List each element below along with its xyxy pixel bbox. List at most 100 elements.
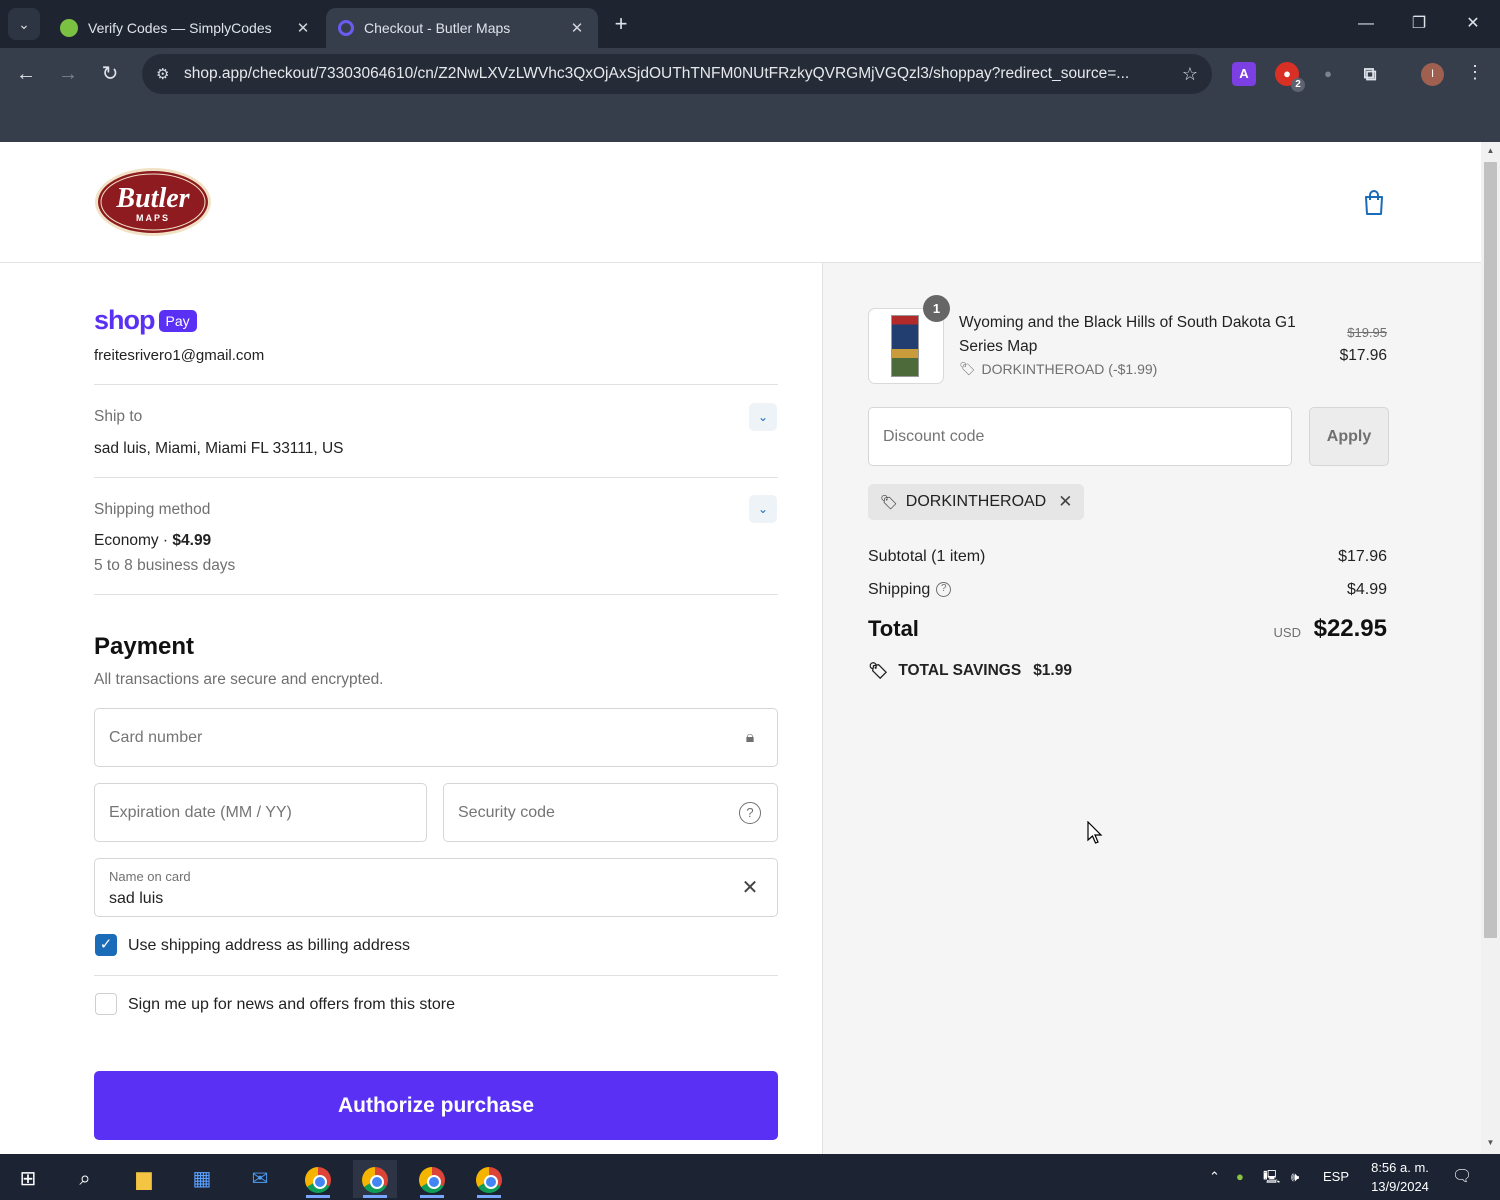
product-discount-text: DORKINTHEROAD (-$1.99) (981, 361, 1158, 377)
newsletter-checkbox[interactable] (95, 993, 117, 1015)
chrome-profile-n-icon[interactable] (410, 1160, 454, 1198)
shipping-method-time: 5 to 8 business days (94, 557, 236, 574)
chrome-icon[interactable] (296, 1160, 340, 1198)
address-bar[interactable]: ⚙ shop.app/checkout/73303064610/cn/Z2NwL… (142, 54, 1212, 94)
security-code-input[interactable] (458, 784, 718, 841)
volume-icon[interactable]: 🕪︎ (1291, 1154, 1299, 1200)
browser-menu-icon[interactable]: ⋮ (1466, 62, 1484, 83)
billing-address-label[interactable]: Use shipping address as billing address (128, 937, 410, 955)
help-circle-icon[interactable]: ? (739, 802, 761, 824)
network-icon[interactable]: 🖳︎ (1263, 1154, 1280, 1200)
divider (94, 477, 778, 478)
divider (94, 384, 778, 385)
name-on-card-field[interactable]: Name on card sad luis ✕ (94, 858, 778, 917)
name-on-card-label: Name on card (109, 869, 191, 884)
scrollbar-thumb[interactable] (1484, 162, 1497, 938)
site-info-icon[interactable]: ⚙ (156, 65, 184, 83)
logo-subtext: MAPS (136, 213, 170, 223)
reload-button[interactable]: ↻ (96, 60, 124, 88)
checkout-form: shop Pay freitesrivero1@gmail.com Ship t… (0, 263, 822, 1154)
shipping-value: $4.99 (1346, 581, 1387, 598)
shipping-method-value: Economy · $4.99 (94, 532, 211, 550)
billing-address-checkbox[interactable]: ✓ (95, 934, 117, 956)
discount-code-field[interactable] (868, 407, 1292, 466)
windows-start-icon[interactable]: ⊞ (6, 1160, 50, 1198)
close-tab-icon[interactable]: ✕ (568, 19, 586, 37)
url-text[interactable]: shop.app/checkout/73303064610/cn/Z2NwLXV… (184, 65, 1172, 83)
card-number-field[interactable]: 🔒︎ (94, 708, 778, 767)
applied-discount-code: DORKINTHEROAD (905, 493, 1047, 510)
tab-title: Checkout - Butler Maps (364, 20, 511, 36)
system-clock[interactable]: 8:56 a. m. 13/9/2024 (1356, 1158, 1444, 1196)
bookmark-star-icon[interactable]: ☆ (1172, 64, 1198, 85)
notifications-icon[interactable]: 🗨︎ (1452, 1154, 1472, 1200)
remove-discount-icon[interactable]: ✕ (1058, 492, 1072, 512)
subtotal-label: Subtotal (1 item) (868, 548, 986, 565)
clear-field-icon[interactable]: ✕ (739, 877, 761, 899)
new-tab-button[interactable]: + (608, 12, 634, 38)
name-on-card-value[interactable]: sad luis (109, 890, 163, 908)
scroll-down-arrow[interactable]: ▼ (1485, 1138, 1496, 1147)
shipping-label: Shipping (868, 581, 931, 598)
total-label: Total (868, 616, 919, 641)
expiration-date-field[interactable] (94, 783, 427, 842)
tag-icon: 🏷︎ (868, 663, 889, 680)
discount-code-input[interactable] (883, 408, 1273, 465)
payment-heading: Payment (94, 633, 195, 660)
close-tab-icon[interactable]: ✕ (294, 19, 312, 37)
forward-button[interactable]: → (54, 60, 82, 88)
scroll-up-arrow[interactable]: ▲ (1485, 146, 1496, 155)
extension-a-icon[interactable]: A (1232, 62, 1256, 86)
clock-date: 13/9/2024 (1371, 1179, 1429, 1194)
lock-icon: 🔒︎ (745, 729, 755, 746)
back-button[interactable]: ← (12, 60, 40, 88)
shopping-bag-icon[interactable] (1362, 188, 1386, 216)
shop-pay-logo: shop Pay (94, 305, 197, 336)
extensions-puzzle-icon[interactable]: ⧉ (1358, 62, 1382, 86)
account-email: freitesrivero1@gmail.com (94, 347, 265, 364)
ship-to-expand-button[interactable]: ⌄ (749, 403, 777, 431)
page-scrollbar[interactable]: ▲ ▼ (1481, 142, 1500, 1154)
tab-butler-maps[interactable]: Checkout - Butler Maps ✕ (326, 8, 598, 48)
chrome-profile-j-icon[interactable] (467, 1160, 511, 1198)
expiration-date-input[interactable] (109, 784, 409, 841)
profile-avatar[interactable]: I (1421, 63, 1444, 86)
authorize-purchase-button[interactable]: Authorize purchase (94, 1071, 778, 1140)
restore-button[interactable]: ❐ (1399, 10, 1439, 38)
apply-discount-button[interactable]: Apply (1309, 407, 1389, 466)
tab-simplycodes[interactable]: Verify Codes — SimplyCodes ✕ (48, 8, 324, 48)
product-discount: 🏷︎ DORKINTHEROAD (-$1.99) (959, 361, 1157, 377)
tray-app-icon[interactable]: ● (1236, 1154, 1244, 1200)
butler-icon (338, 20, 354, 36)
butler-maps-logo[interactable]: Butler MAPS (94, 167, 212, 237)
microsoft-store-icon[interactable]: ▦ (180, 1160, 224, 1198)
extension-gray-icon[interactable]: ● (1316, 62, 1340, 86)
close-window-button[interactable]: ✕ (1453, 10, 1493, 38)
tab-search-button[interactable]: ⌄ (8, 8, 40, 40)
discounted-price: $17.96 (1339, 347, 1387, 364)
newsletter-label[interactable]: Sign me up for news and offers from this… (128, 996, 455, 1014)
search-icon[interactable]: ⌕ (63, 1160, 107, 1198)
extension-badge: 2 (1291, 78, 1305, 92)
product-name: Wyoming and the Black Hills of South Dak… (959, 314, 1296, 355)
applied-discount-chip: 🏷︎ DORKINTHEROAD ✕ (868, 484, 1085, 520)
logo-text: Butler (115, 183, 190, 214)
mail-icon[interactable]: ✉ (238, 1160, 282, 1198)
shipping-method-expand-button[interactable]: ⌄ (749, 495, 777, 523)
security-code-field[interactable]: ? (443, 783, 778, 842)
extension-red-icon[interactable]: ● 2 (1275, 62, 1305, 92)
language-indicator[interactable]: ESP (1323, 1154, 1349, 1200)
shipping-row: Shipping? (868, 581, 952, 599)
total-value: $22.95 (1313, 615, 1387, 642)
card-number-input[interactable] (109, 709, 709, 766)
quantity-badge: 1 (923, 295, 950, 322)
shipping-method-label: Shipping method (94, 501, 211, 518)
minimize-button[interactable]: — (1346, 10, 1386, 38)
original-price: $19.95 (1347, 325, 1387, 340)
show-hidden-icons[interactable]: ⌃ (1209, 1154, 1220, 1200)
chrome-active-icon[interactable] (353, 1160, 397, 1198)
help-circle-icon[interactable]: ? (936, 582, 952, 598)
order-summary: 1 Wyoming and the Black Hills of South D… (822, 263, 1481, 1154)
browser-tab-strip: ⌄ Verify Codes — SimplyCodes ✕ Checkout … (0, 0, 1500, 48)
file-explorer-icon[interactable]: ▆ (122, 1160, 166, 1198)
